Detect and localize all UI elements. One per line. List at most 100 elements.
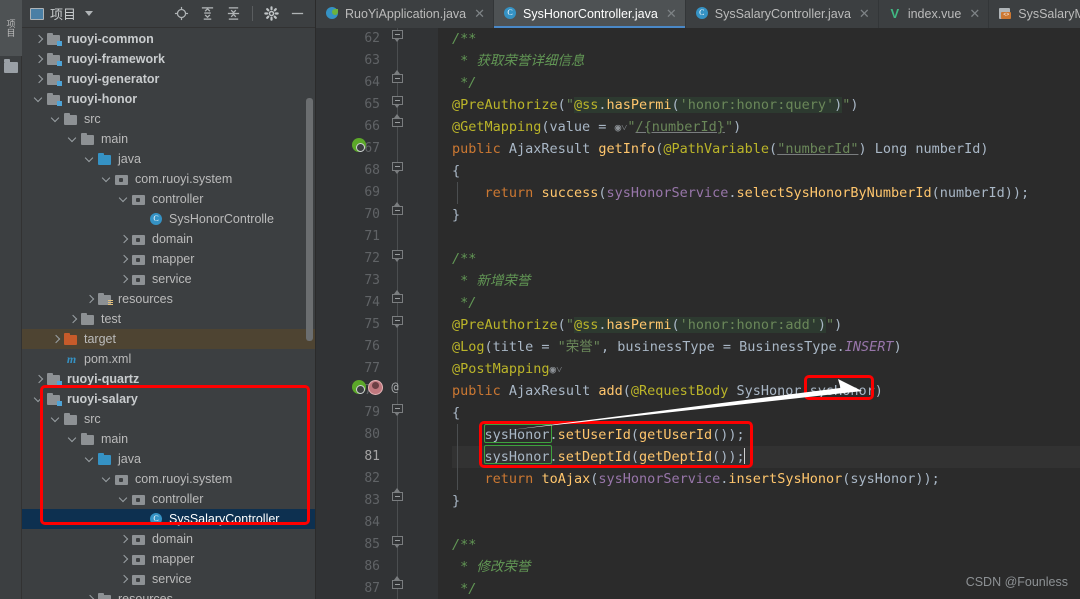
editor-body[interactable]: 62 63 64 65 66 67 68 69 70 71 72 73 74 75 76 77 78@ 79 80 8…	[316, 28, 1080, 599]
chevron-right-icon[interactable]	[51, 334, 62, 345]
chevron-right-icon[interactable]	[119, 254, 130, 265]
code-line[interactable]: @PreAuthorize("@ss.hasPermi('honor:honor…	[452, 314, 1080, 336]
chevron-right-icon[interactable]	[34, 54, 45, 65]
chevron-right-icon[interactable]	[68, 314, 79, 325]
tree-node[interactable]: m pom.xml	[22, 349, 315, 369]
code-line[interactable]: return toAjax(sysHonorService.insertSysH…	[452, 468, 1080, 490]
tree-node[interactable]: controller	[22, 489, 315, 509]
close-tab-icon[interactable]: ✕	[474, 6, 485, 22]
editor-tab[interactable]: RuoYiApplication.java ✕	[316, 0, 495, 28]
code-line[interactable]: */	[452, 292, 1080, 314]
chevron-down-icon[interactable]	[85, 11, 94, 16]
editor-tab[interactable]: <> SysSalaryMap	[989, 0, 1080, 28]
tree-node[interactable]: ruoyi-salary	[22, 389, 315, 409]
tree-node[interactable]: C SysHonorControlle	[22, 209, 315, 229]
chevron-right-icon[interactable]	[85, 294, 96, 305]
chevron-down-icon[interactable]	[34, 94, 45, 105]
expand-all-icon[interactable]	[200, 6, 215, 21]
tree-node[interactable]: service	[22, 269, 315, 289]
code-line[interactable]: {	[452, 160, 1080, 182]
chevron-right-icon[interactable]	[34, 374, 45, 385]
tree-node[interactable]: C SysSalaryController	[22, 509, 315, 529]
folder-icon[interactable]	[4, 59, 18, 73]
code-line[interactable]: sysHonor.setUserId(getUserId());	[452, 424, 1080, 446]
tree-node[interactable]: controller	[22, 189, 315, 209]
hide-panel-icon[interactable]	[290, 6, 305, 21]
tree-node[interactable]: com.ruoyi.system	[22, 169, 315, 189]
fold-collapse-icon[interactable]	[390, 488, 405, 505]
fold-expand-icon[interactable]	[390, 160, 405, 175]
chevron-right-icon[interactable]	[119, 234, 130, 245]
fold-expand-icon[interactable]	[390, 248, 405, 263]
settings-gear-icon[interactable]	[264, 6, 279, 21]
code-line[interactable]: * 新增荣誉	[452, 270, 1080, 292]
run-gutter-icon[interactable]	[352, 138, 367, 153]
tree-node[interactable]: ruoyi-framework	[22, 49, 315, 69]
fold-expand-icon[interactable]	[390, 402, 405, 417]
chevron-down-icon[interactable]	[102, 474, 113, 485]
editor-tab-bar[interactable]: RuoYiApplication.java ✕ C SysHonorControlle…	[316, 0, 1080, 28]
code-line[interactable]: public AjaxResult add(@RequestBody SysHo…	[452, 380, 1080, 402]
code-line[interactable]: {	[452, 402, 1080, 424]
tree-node[interactable]: src	[22, 409, 315, 429]
spring-bean-gutter-icon[interactable]	[368, 380, 384, 396]
tree-node[interactable]: ruoyi-generator	[22, 69, 315, 89]
code-line[interactable]: @Log(title = "荣誉", businessType = Busine…	[452, 336, 1080, 358]
code-line[interactable]: @GetMapping(value = ◉˅"/{numberId}")	[452, 116, 1080, 138]
chevron-down-icon[interactable]	[51, 114, 62, 125]
code-line[interactable]: @PostMapping◉˅	[452, 358, 1080, 380]
fold-expand-icon[interactable]	[390, 534, 405, 549]
code-line[interactable]: @PreAuthorize("@ss.hasPermi('honor:honor…	[452, 94, 1080, 116]
tree-node[interactable]: target	[22, 329, 315, 349]
tree-node[interactable]: main	[22, 429, 315, 449]
tree-node[interactable]: mapper	[22, 549, 315, 569]
fold-collapse-icon[interactable]	[390, 70, 405, 87]
tree-node[interactable]: test	[22, 309, 315, 329]
tree-node[interactable]: main	[22, 129, 315, 149]
code-line[interactable]: sysHonor.setDeptId(getDeptId());	[452, 446, 1080, 468]
code-content[interactable]: /** * 获取荣誉详细信息 */@PreAuthorize("@ss.hasP…	[438, 28, 1080, 599]
fold-collapse-icon[interactable]	[390, 576, 405, 593]
tree-node[interactable]: ruoyi-honor	[22, 89, 315, 109]
code-line[interactable]: /**	[452, 28, 1080, 50]
project-tree-scrollbar[interactable]	[306, 98, 313, 341]
chevron-down-icon[interactable]	[102, 174, 113, 185]
tree-node[interactable]: mapper	[22, 249, 315, 269]
fold-expand-icon[interactable]	[390, 94, 405, 109]
tree-node[interactable]: ruoyi-quartz	[22, 369, 315, 389]
tree-node[interactable]: resources	[22, 589, 315, 599]
chevron-right-icon[interactable]	[34, 74, 45, 85]
chevron-down-icon[interactable]	[85, 154, 96, 165]
tree-node[interactable]: com.ruoyi.system	[22, 469, 315, 489]
close-tab-icon[interactable]: ✕	[859, 6, 870, 22]
code-line[interactable]	[452, 512, 1080, 534]
code-line[interactable]: /**	[452, 534, 1080, 556]
fold-collapse-icon[interactable]	[390, 290, 405, 307]
chevron-right-icon[interactable]	[119, 274, 130, 285]
code-line[interactable]	[452, 226, 1080, 248]
tree-node[interactable]: ruoyi-common	[22, 29, 315, 49]
editor-tab[interactable]: C SysHonorController.java ✕	[494, 0, 686, 28]
chevron-down-icon[interactable]	[85, 454, 96, 465]
code-line[interactable]: /**	[452, 248, 1080, 270]
chevron-down-icon[interactable]	[34, 394, 45, 405]
chevron-down-icon[interactable]	[51, 414, 62, 425]
tree-node[interactable]: domain	[22, 229, 315, 249]
code-line[interactable]: return success(sysHonorService.selectSys…	[452, 182, 1080, 204]
tool-window-button-project[interactable]: 项目	[0, 0, 22, 56]
fold-expand-icon[interactable]	[390, 314, 405, 329]
annotation-gutter-icon[interactable]: @	[388, 380, 402, 395]
chevron-right-icon[interactable]	[119, 554, 130, 565]
code-line[interactable]: public AjaxResult getInfo(@PathVariable(…	[452, 138, 1080, 160]
close-tab-icon[interactable]: ✕	[969, 6, 980, 22]
editor-gutter[interactable]: 62 63 64 65 66 67 68 69 70 71 72 73 74 75 76 77 78@ 79 80 8…	[316, 28, 438, 599]
code-line[interactable]: }	[452, 204, 1080, 226]
tree-node[interactable]: java	[22, 449, 315, 469]
tree-node[interactable]: resources	[22, 289, 315, 309]
chevron-down-icon[interactable]	[68, 434, 79, 445]
editor-tab[interactable]: Vindex.vue ✕	[879, 0, 990, 28]
tree-node[interactable]: domain	[22, 529, 315, 549]
chevron-down-icon[interactable]	[68, 134, 79, 145]
code-line[interactable]: */	[452, 72, 1080, 94]
chevron-right-icon[interactable]	[119, 534, 130, 545]
